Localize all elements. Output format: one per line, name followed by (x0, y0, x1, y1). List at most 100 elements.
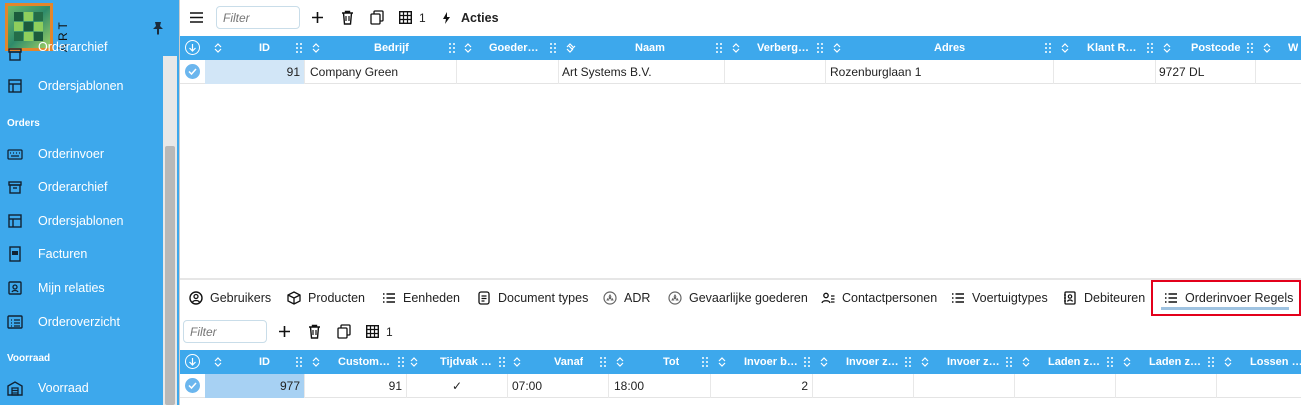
drag-handle-icon[interactable] (498, 357, 506, 367)
header-vanaf[interactable]: Vanaf (508, 350, 609, 374)
tab-producten[interactable]: Producten (287, 283, 365, 313)
drag-handle-icon[interactable] (803, 357, 811, 367)
top-filter-input[interactable] (216, 6, 300, 29)
sidebar-item-orderoverzicht[interactable]: Orderoverzicht (0, 308, 163, 336)
sidebar-item-orderarchief-top[interactable]: Orderarchief (0, 40, 163, 68)
header-id[interactable]: ID (207, 350, 305, 374)
header-verbergen[interactable]: Verberg… (725, 36, 826, 60)
panel-splitter[interactable] (180, 278, 1301, 280)
drag-handle-icon[interactable] (599, 357, 607, 367)
cell-invoer-b[interactable]: 2 (711, 374, 813, 398)
pin-icon[interactable] (150, 20, 166, 36)
drag-handle-icon[interactable] (715, 43, 723, 53)
tab-contactpersonen[interactable]: Contactpersonen (821, 283, 937, 313)
tab-orderinvoer-regels[interactable]: Orderinvoer Regels (1151, 280, 1301, 316)
sort-icon[interactable] (615, 357, 625, 367)
header-postcode[interactable]: Postcode (1156, 36, 1256, 60)
sidebar-item-orderinvoer[interactable]: Orderinvoer (0, 140, 163, 168)
tab-gebruikers[interactable]: Gebruikers (189, 283, 271, 313)
drag-handle-icon[interactable] (397, 357, 405, 367)
drag-handle-icon[interactable] (1146, 43, 1154, 53)
header-naam[interactable]: Naam (559, 36, 725, 60)
sort-icon[interactable] (512, 357, 522, 367)
cell-id[interactable]: 977 (205, 374, 305, 398)
drag-handle-icon[interactable] (1207, 357, 1215, 367)
table-row[interactable]: 91 Company Green Art Systems B.V. Rozenb… (180, 60, 1301, 84)
sort-icon[interactable] (819, 357, 829, 367)
grid-icon[interactable] (399, 11, 412, 24)
grid-icon[interactable] (366, 325, 379, 338)
cell-laden-z-1[interactable] (1015, 374, 1116, 398)
sort-icon[interactable] (717, 357, 727, 367)
header-extra[interactable]: W (1256, 36, 1301, 60)
header-invoer-z-1[interactable]: Invoer z… (813, 350, 914, 374)
sort-icon[interactable] (463, 43, 473, 53)
tab-adr[interactable]: ADR (603, 283, 650, 313)
cell-verbergen[interactable] (725, 60, 826, 84)
cell-postcode[interactable]: 9727 DL (1156, 60, 1256, 84)
sidebar-scrollbar[interactable] (163, 56, 177, 405)
cell-invoer-z-1[interactable] (813, 374, 914, 398)
table-row[interactable]: 977 91 ✓ 07:00 18:00 2 (180, 374, 1301, 398)
delete-icon[interactable] (341, 10, 354, 25)
cell-invoer-z-2[interactable] (914, 374, 1015, 398)
cell-bedrijf[interactable]: Company Green (305, 60, 457, 84)
tab-eenheden[interactable]: Eenheden (382, 283, 460, 313)
sidebar-item-voorraad[interactable]: Voorraad (0, 374, 163, 402)
header-invoer-z-2[interactable]: Invoer z… (914, 350, 1015, 374)
drag-handle-icon[interactable] (1044, 43, 1052, 53)
header-laden-z-2[interactable]: Laden z… (1116, 350, 1217, 374)
menu-icon[interactable] (189, 10, 204, 25)
copy-icon[interactable] (337, 324, 351, 339)
header-bedrijf[interactable]: Bedrijf (305, 36, 457, 60)
tab-debiteuren[interactable]: Debiteuren (1063, 283, 1145, 313)
sidebar-item-orderarchief[interactable]: Orderarchief (0, 173, 163, 201)
sort-icon[interactable] (213, 43, 223, 53)
cell-goederen[interactable] (457, 60, 559, 84)
sort-icon[interactable] (832, 43, 842, 53)
drag-handle-icon[interactable] (295, 43, 303, 53)
cell-klant-referentie[interactable] (1054, 60, 1156, 84)
sidebar-item-mijn-relaties[interactable]: Mijn relaties (0, 274, 163, 302)
header-invoer-b[interactable]: Invoer b… (711, 350, 813, 374)
tab-voertuigtypes[interactable]: Voertuigtypes (951, 283, 1048, 313)
cell-customer[interactable]: 91 (305, 374, 407, 398)
cell-lossen[interactable] (1217, 374, 1301, 398)
header-tot[interactable]: Tot (609, 350, 711, 374)
cell-extra[interactable] (1256, 60, 1301, 84)
sidebar-item-ordersjablonen-top[interactable]: Ordersjablonen (0, 72, 163, 100)
sort-icon[interactable] (311, 357, 321, 367)
sort-icon[interactable] (920, 357, 930, 367)
header-customer[interactable]: Custom… (305, 350, 407, 374)
header-adres[interactable]: Adres (826, 36, 1054, 60)
header-lossen[interactable]: Lossen … (1217, 350, 1301, 374)
sort-icon[interactable] (1262, 43, 1272, 53)
header-tijdvak[interactable]: Tijdvak … (407, 350, 508, 374)
acties-menu[interactable]: Acties (461, 11, 499, 25)
sort-icon[interactable] (1223, 357, 1233, 367)
sidebar-item-ordersjablonen[interactable]: Ordersjablonen (0, 207, 163, 235)
sort-icon[interactable] (731, 43, 741, 53)
header-id[interactable]: ID (207, 36, 305, 60)
sort-icon[interactable] (1162, 43, 1172, 53)
sort-icon[interactable] (409, 357, 419, 367)
header-laden-z-1[interactable]: Laden z… (1015, 350, 1116, 374)
cell-id[interactable]: 91 (205, 60, 305, 84)
copy-icon[interactable] (370, 10, 384, 25)
add-icon[interactable] (278, 325, 291, 338)
sort-icon[interactable] (213, 357, 223, 367)
drag-handle-icon[interactable] (448, 43, 456, 53)
tab-gevaarlijke-goederen[interactable]: Gevaarlijke goederen (668, 283, 808, 313)
cell-naam[interactable]: Art Systems B.V. (559, 60, 725, 84)
row-selected-check[interactable] (185, 64, 200, 79)
row-selected-check[interactable] (185, 378, 200, 393)
drag-handle-icon[interactable] (1005, 357, 1013, 367)
add-icon[interactable] (311, 11, 324, 24)
bottom-filter-input[interactable] (183, 320, 267, 343)
drag-handle-icon[interactable] (904, 357, 912, 367)
scrollbar-thumb[interactable] (165, 146, 175, 405)
sidebar-item-facturen[interactable]: Facturen (0, 240, 163, 268)
drag-handle-icon[interactable] (1106, 357, 1114, 367)
sort-icon[interactable] (311, 43, 321, 53)
cell-adres[interactable]: Rozenburglaan 1 (826, 60, 1054, 84)
